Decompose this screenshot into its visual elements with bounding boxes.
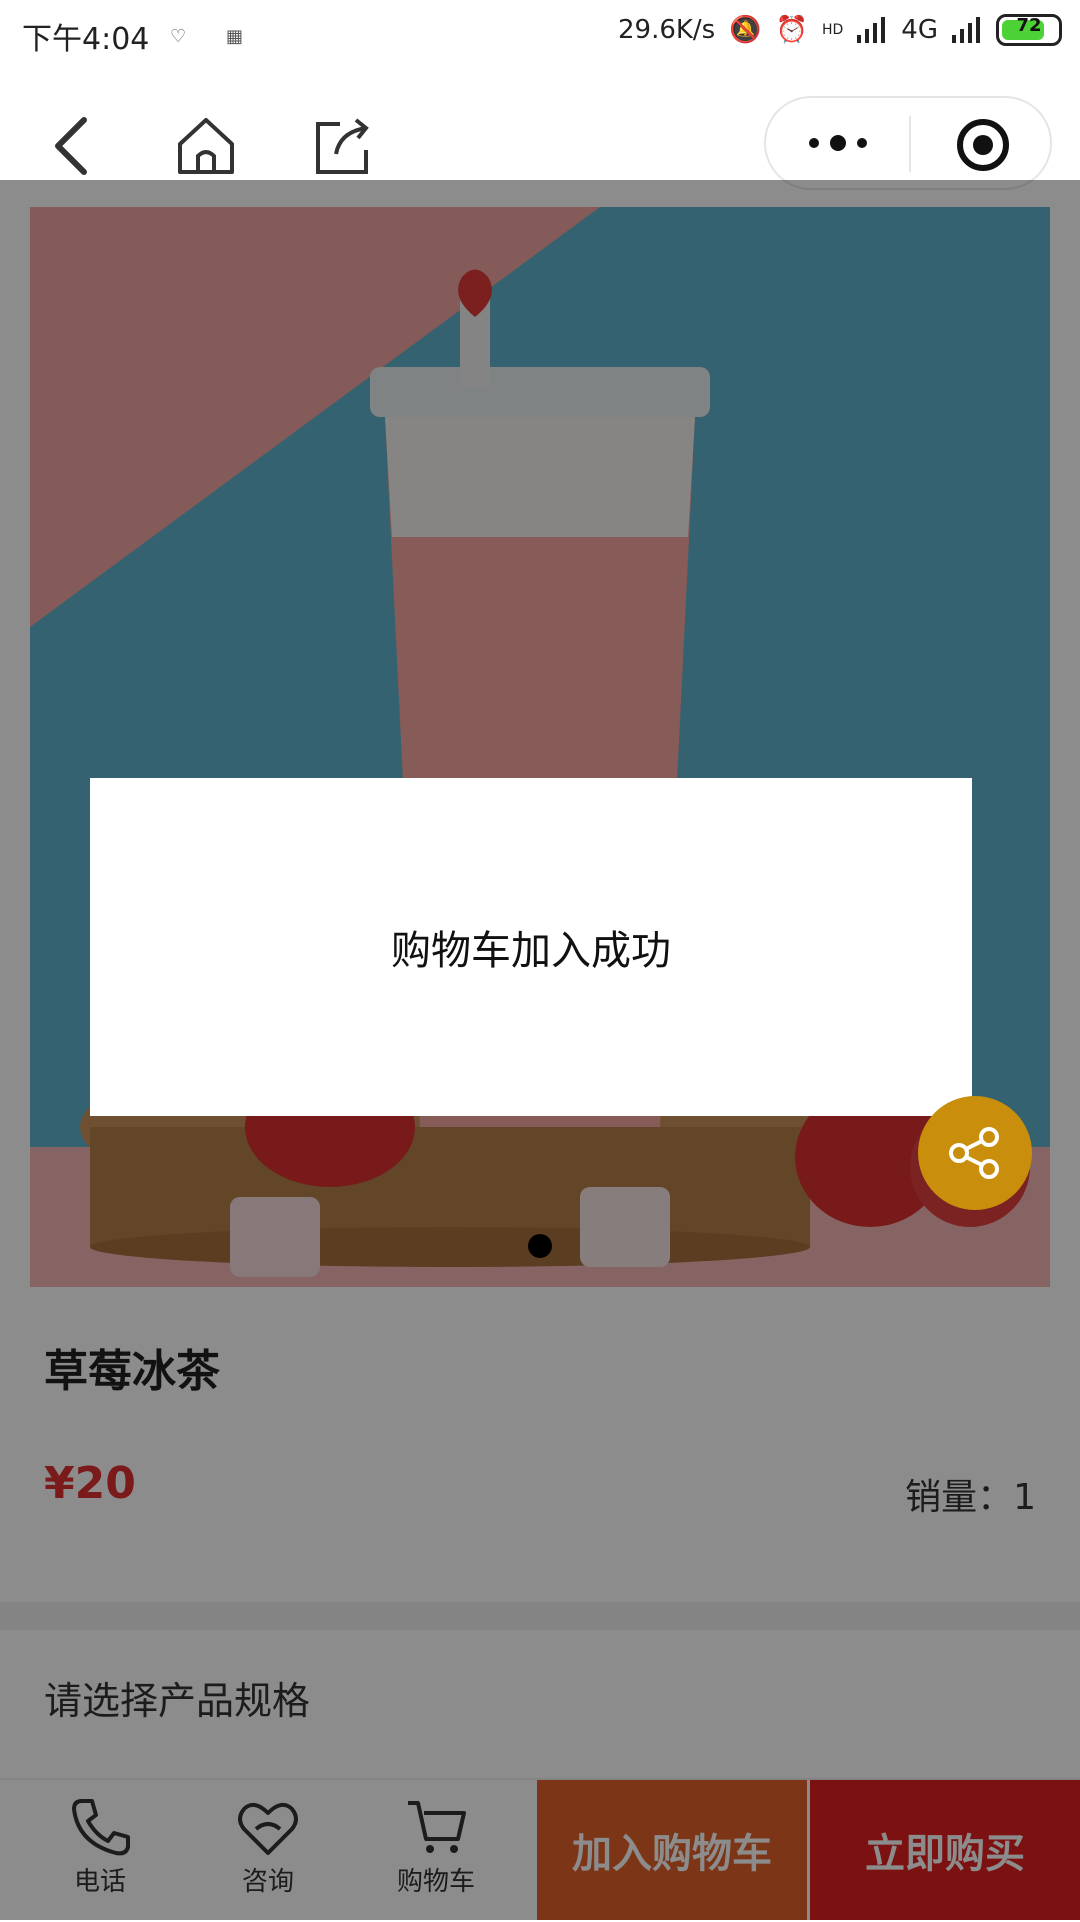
miniprogram-capsule — [764, 96, 1052, 190]
net-speed: 29.6K/s — [617, 15, 716, 45]
target-icon[interactable] — [956, 118, 1010, 172]
signal-icon — [857, 17, 886, 43]
network-type: 4G — [901, 15, 938, 45]
status-time: 下午4:04 — [22, 22, 150, 57]
mute-icon: 🔕 — [729, 15, 762, 45]
home-icon[interactable] — [170, 110, 242, 182]
back-icon[interactable] — [36, 110, 108, 182]
alarm-icon: ⏰ — [775, 15, 808, 45]
signal-icon-2 — [952, 17, 980, 43]
capsule-divider — [909, 116, 911, 172]
qr-small-icon: ▦ — [226, 26, 244, 47]
toast-dialog: 购物车加入成功 — [90, 778, 972, 1116]
heart-small-icon: ♡ — [170, 26, 187, 47]
share-icon[interactable] — [306, 110, 378, 182]
share-fab[interactable] — [918, 1096, 1032, 1210]
share-nodes-icon — [949, 1127, 999, 1179]
more-icon[interactable] — [806, 128, 870, 158]
status-bar: 下午4:04 ♡ ▦ 29.6K/s 🔕 ⏰ HD 4G 72 — [0, 0, 1080, 72]
hd-label: HD — [821, 22, 844, 38]
status-right: 29.6K/s 🔕 ⏰ HD 4G 72 — [618, 14, 1062, 46]
battery-level: 72 — [1016, 15, 1042, 36]
battery-icon: 72 — [996, 14, 1062, 46]
toast-message: 购物车加入成功 — [391, 928, 671, 974]
